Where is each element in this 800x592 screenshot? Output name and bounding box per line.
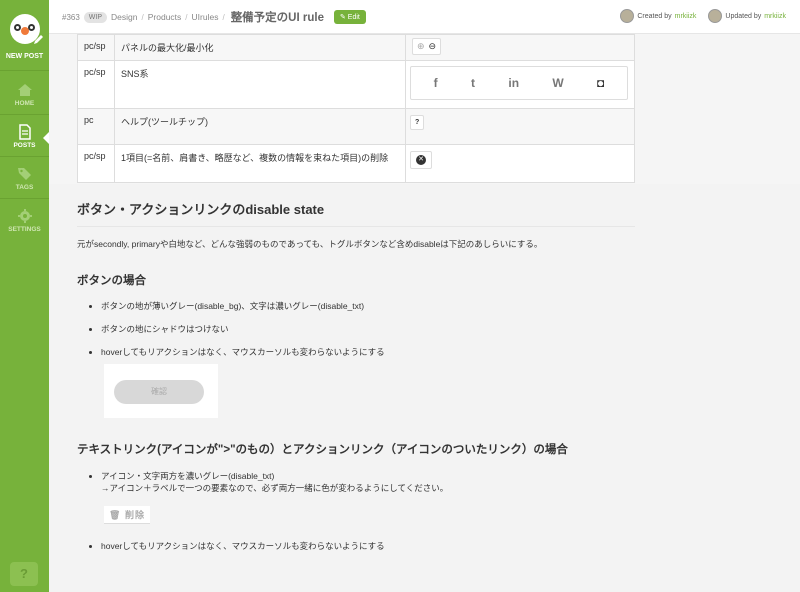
minimize-icon[interactable]: ⊖ <box>429 41 437 52</box>
table-row: pc/sp 1項目(=名前、肩書き、略歴など、複数の情報を束ねた項目)の削除 ✕ <box>77 144 635 183</box>
avatar[interactable] <box>620 9 635 23</box>
edit-button[interactable]: ✎ Edit <box>333 10 366 24</box>
table-cell-desc: 1項目(=名前、肩書き、略歴など、複数の情報を束ねた項目)の削除 <box>114 144 406 183</box>
logo-eye-right <box>28 24 35 31</box>
sidebar-item-label: SETTINGS <box>8 226 41 233</box>
created-by: Created by mrkiizk <box>620 9 696 23</box>
linkedin-icon[interactable]: in <box>508 76 519 90</box>
document-icon <box>18 124 31 140</box>
panel-toggle-icons: ⊕ ⊖ <box>412 38 442 55</box>
maximize-icon[interactable]: ⊕ <box>417 41 425 52</box>
confirm-button-disabled: 確認 <box>114 380 204 404</box>
section-intro: 元がsecondly, primaryや白地など、どんな強弱のものであっても、ト… <box>77 239 543 249</box>
list-item-line: アイコン・文字両方を濃いグレー(disable_txt) <box>101 471 275 481</box>
delete-icon-box: ✕ <box>410 151 432 169</box>
table-cell-platform: pc/sp <box>77 34 115 61</box>
table-cell-desc: ヘルプ(ツールチップ) <box>114 108 406 145</box>
tag-icon <box>17 168 31 180</box>
created-by-user[interactable]: mrkiizk <box>675 13 697 20</box>
buttons-heading: ボタンの場合 <box>77 275 146 287</box>
wantedly-icon[interactable]: W <box>552 76 563 90</box>
gear-icon <box>17 209 32 223</box>
breadcrumb-separator: / <box>222 12 225 22</box>
wip-badge: WIP <box>83 11 108 23</box>
post-authors: Created by mrkiizk Updated by mrkiizk <box>620 9 786 23</box>
updated-by: Updated by mrkiizk <box>708 9 786 23</box>
sidebar: NEW POST HOME POSTS TAGS SETTINGS ? <box>0 0 49 592</box>
list-item: アイコン・文字両方を濃いグレー(disable_txt) →アイコン＋ラベルで一… <box>101 470 448 494</box>
list-item: ボタンの地にシャドウはつけない <box>101 323 385 335</box>
table-row: pc/sp パネルの最大化/最小化 ⊕ ⊖ <box>77 34 635 61</box>
table-cell-platform: pc <box>77 108 115 145</box>
delete-link-label: 削除 <box>124 510 145 520</box>
table-cell-platform: pc/sp <box>77 60 115 109</box>
facebook-icon[interactable]: f <box>434 76 438 90</box>
logo-eye-left <box>14 24 21 31</box>
help-tooltip-icon-box: ? <box>410 115 425 130</box>
breadcrumb-design[interactable]: Design <box>111 12 137 22</box>
post-body: pc/sp パネルの最大化/最小化 ⊕ ⊖ pc/sp SNS系 f t in … <box>49 34 800 592</box>
table-cell-platform: pc/sp <box>77 144 115 183</box>
nav-divider <box>0 156 49 157</box>
close-circle-icon[interactable]: ✕ <box>416 155 426 165</box>
buttons-list: ボタンの地が薄いグレー(disable_bg)、文字は濃いグレー(disable… <box>91 300 385 358</box>
breadcrumb-uirules[interactable]: UIrules <box>192 12 219 22</box>
nav-divider <box>0 198 49 199</box>
ui-rules-table: pc/sp パネルの最大化/最小化 ⊕ ⊖ pc/sp SNS系 f t in … <box>77 34 635 183</box>
breadcrumb-separator: / <box>141 12 144 22</box>
sidebar-item-settings[interactable]: SETTINGS <box>0 202 49 244</box>
sidebar-item-home[interactable]: HOME <box>0 76 49 118</box>
sidebar-item-label: HOME <box>14 100 35 107</box>
created-by-label: Created by <box>637 12 672 20</box>
breadcrumb: #363 WIP Design / Products / UIrules / 整… <box>62 9 366 25</box>
sidebar-item-label: TAGS <box>15 184 34 191</box>
table-row: pc/sp SNS系 f t in W ◘ <box>77 60 635 109</box>
list-item: hoverしてもリアクションはなく、マウスカーソルも変わらないようにする <box>101 346 385 358</box>
page-title: 整備予定のUI rule <box>230 12 324 24</box>
avatar[interactable] <box>708 9 723 23</box>
pencil-icon[interactable] <box>33 33 45 45</box>
updated-by-user[interactable]: mrkiizk <box>764 13 786 20</box>
table-cell-example: ✕ <box>405 144 635 183</box>
sns-icons: f t in W ◘ <box>410 66 628 100</box>
breadcrumb-products[interactable]: Products <box>148 12 182 22</box>
section-heading: ボタン・アクションリンクのdisable state <box>77 199 635 227</box>
sidebar-item-label: POSTS <box>13 142 36 149</box>
post-number: #363 <box>62 12 80 22</box>
header: #363 WIP Design / Products / UIrules / 整… <box>49 0 800 34</box>
updated-by-label: Updated by <box>725 12 762 20</box>
table-cell-desc: SNS系 <box>114 60 406 109</box>
nav-divider <box>0 70 49 71</box>
table-row: pc ヘルプ(ツールチップ) ? <box>77 108 635 145</box>
links-heading: テキストリンク(アイコンが">"のもの）とアクションリンク（アイコンのついたリン… <box>77 444 568 456</box>
sidebar-item-posts[interactable]: POSTS <box>0 118 49 160</box>
new-post-label[interactable]: NEW POST <box>0 53 49 60</box>
trash-icon: 🗑 <box>109 510 122 520</box>
list-item: ボタンの地が薄いグレー(disable_bg)、文字は濃いグレー(disable… <box>101 300 385 312</box>
sidebar-item-tags[interactable]: TAGS <box>0 160 49 202</box>
table-cell-desc: パネルの最大化/最小化 <box>114 34 406 61</box>
note-icon[interactable]: ◘ <box>597 76 604 90</box>
table-cell-example: ? <box>405 108 635 145</box>
table-cell-example: ⊕ ⊖ <box>405 34 635 61</box>
twitter-icon[interactable]: t <box>471 76 475 90</box>
home-icon <box>17 84 32 96</box>
delete-link-disabled: 🗑 削除 <box>104 506 150 524</box>
links-list: アイコン・文字両方を濃いグレー(disable_txt) →アイコン＋ラベルで一… <box>91 470 448 494</box>
question-icon[interactable]: ? <box>415 119 419 126</box>
table-cell-example: f t in W ◘ <box>405 60 635 109</box>
nav-divider <box>0 114 49 115</box>
links-list-2: hoverしてもリアクションはなく、マウスカーソルも変わらないようにする <box>91 540 385 552</box>
list-item: hoverしてもリアクションはなく、マウスカーソルも変わらないようにする <box>101 540 385 552</box>
help-button[interactable]: ? <box>10 562 38 586</box>
breadcrumb-separator: / <box>185 12 188 22</box>
disabled-button-demo: 確認 <box>104 364 218 418</box>
edit-button-label: Edit <box>347 14 360 21</box>
list-item-line: →アイコン＋ラベルで一つの要素なので、必ず両方一緒に色が変わるようにしてください… <box>101 483 449 493</box>
